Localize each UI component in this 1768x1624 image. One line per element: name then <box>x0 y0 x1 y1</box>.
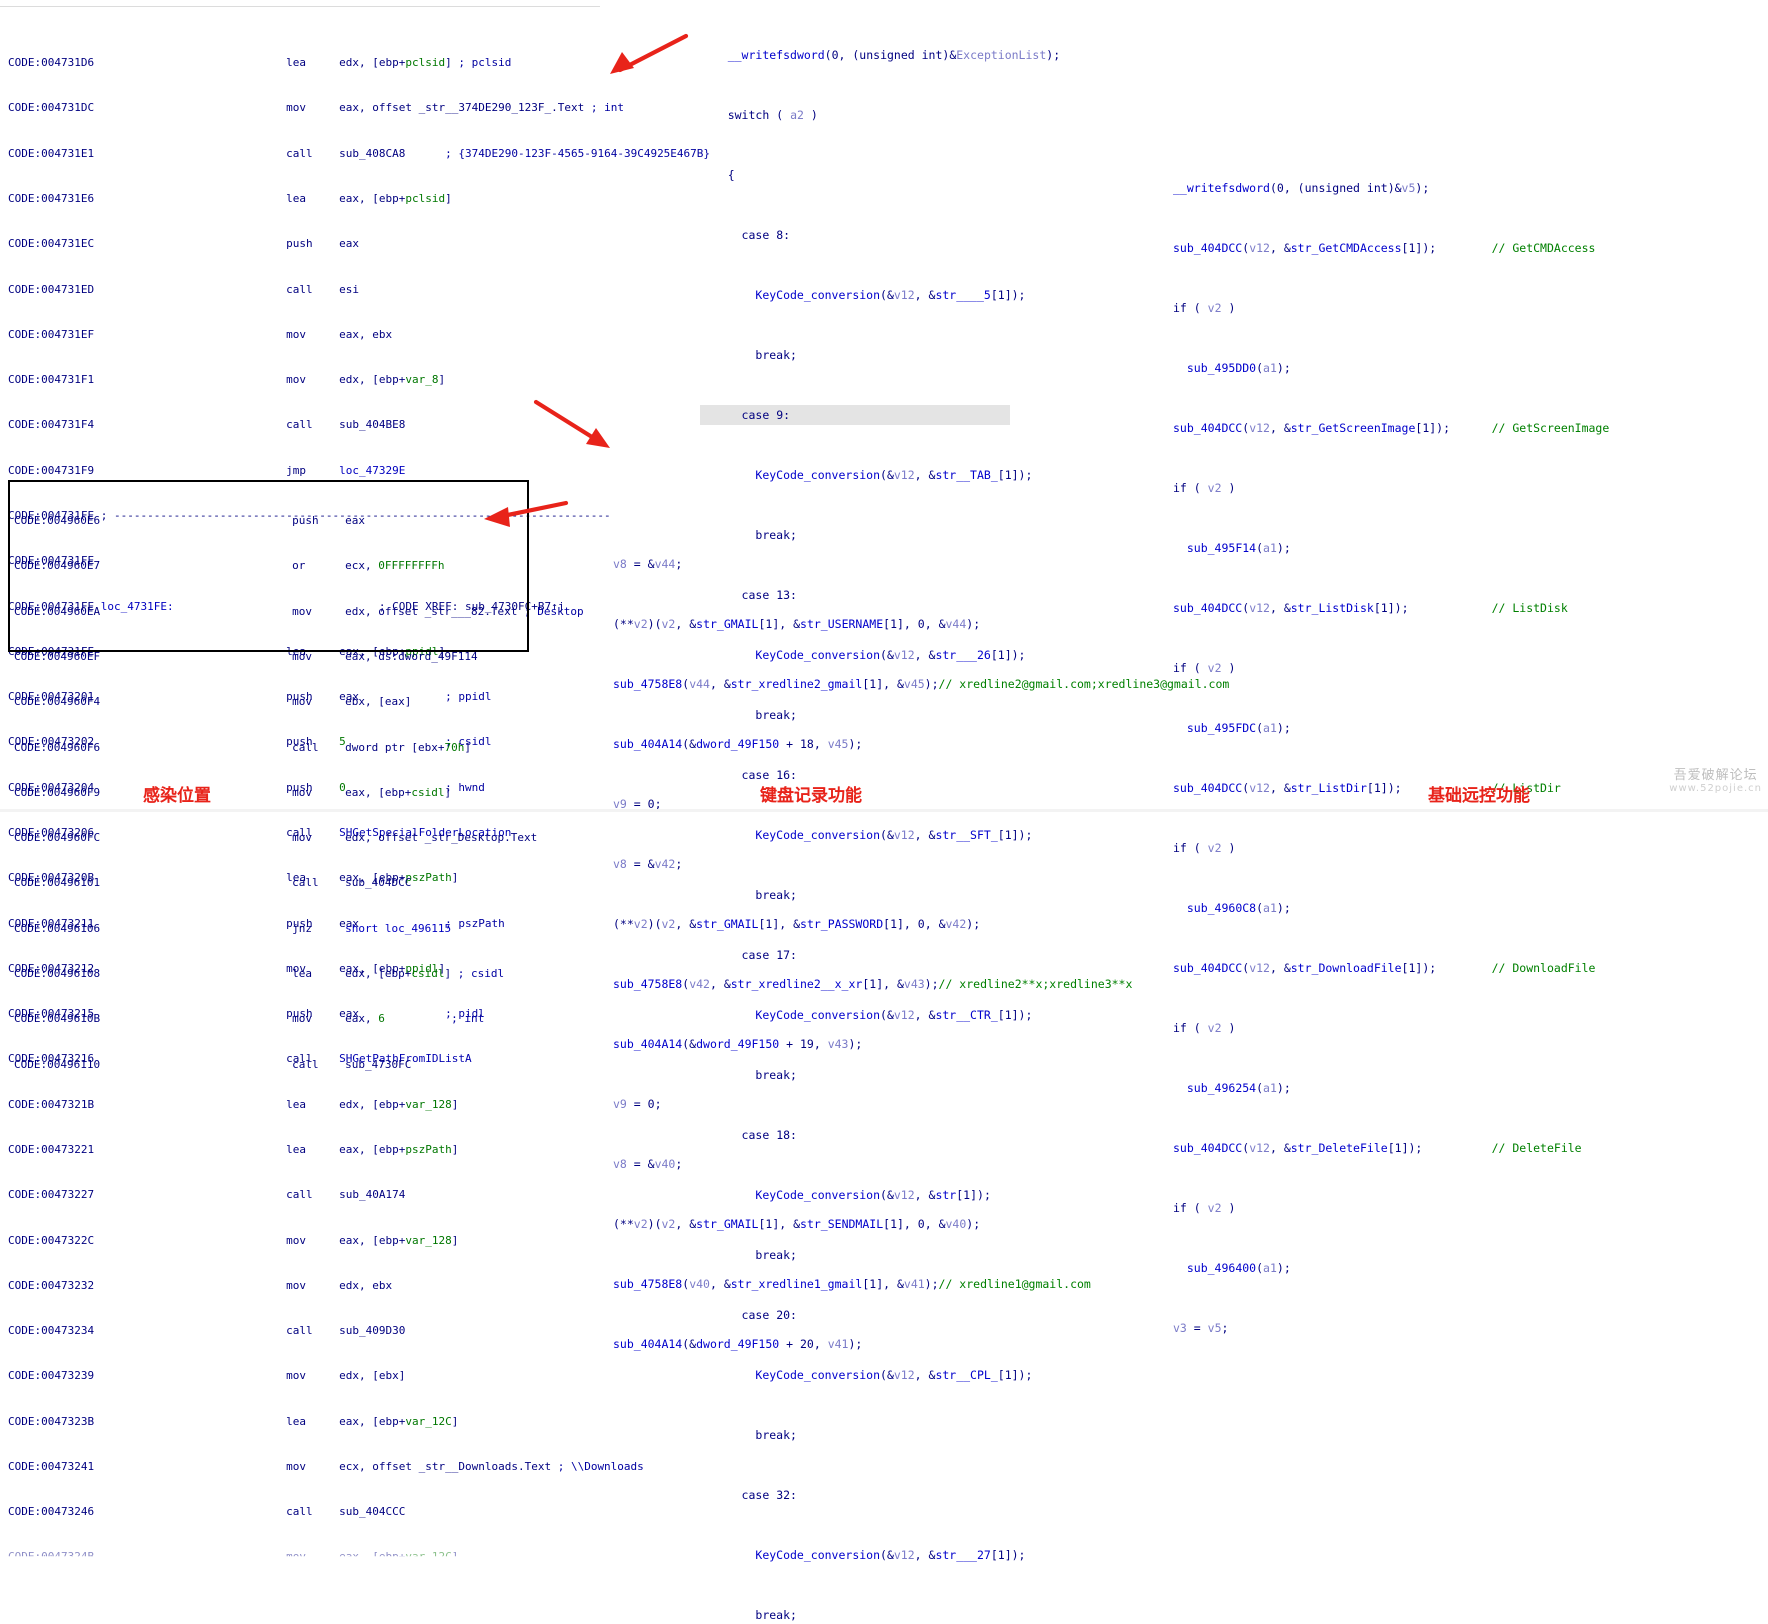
hx-line[interactable]: sub_404A14(&dword_49F150 + 20, v41); <box>613 1334 1229 1354</box>
asm-line[interactable]: CODE:0047324B mov eax, [ebp+var_12C] <box>8 1549 710 1564</box>
hx-line[interactable]: sub_495DD0(a1); <box>1173 358 1609 378</box>
asm-line[interactable]: CODE:0049610B mov eax, 6 ; int <box>14 1011 584 1026</box>
asm-line[interactable]: CODE:00473234 call sub_409D30 <box>8 1323 710 1338</box>
caption-infection: 感染位置 <box>143 781 211 806</box>
asm-line[interactable]: CODE:00496101 call sub_404DCC <box>14 875 584 890</box>
asm-line[interactable]: CODE:0047323B lea eax, [ebp+var_12C] <box>8 1414 710 1429</box>
hx-line[interactable]: sub_404DCC(v12, &str_GetCMDAccess[1]); /… <box>1173 238 1609 258</box>
hx-line[interactable]: (**v2)(v2, &str_GMAIL[1], &str_USERNAME[… <box>613 614 1229 634</box>
asm-line[interactable]: CODE:004960EF mov eax, ds:dword_49F114 <box>14 649 584 664</box>
asm-line[interactable]: CODE:00496108 lea edx, [ebp+csidl] ; csi… <box>14 966 584 981</box>
asm-line[interactable]: CODE:004731ED call esi <box>8 282 710 297</box>
hx-line[interactable]: v8 = &v40; <box>613 1154 1229 1174</box>
asm-line[interactable]: CODE:00496106 jnz short loc_496115 <box>14 921 584 936</box>
asm-line[interactable]: CODE:00473232 mov edx, ebx <box>8 1278 710 1293</box>
caption-keylogger: 键盘记录功能 <box>760 781 862 806</box>
hx-line[interactable]: sub_495FDC(a1); <box>1173 718 1609 738</box>
hx-line[interactable]: if ( v2 ) <box>1173 478 1609 498</box>
hx-line[interactable]: sub_4758E8(v42, &str_xredline2__x_xr[1],… <box>613 974 1229 994</box>
caption-remote: 基础远控功能 <box>1428 781 1530 806</box>
forum-watermark: 吾爱破解论坛 www.52pojie.cn <box>1669 764 1762 794</box>
hx-line[interactable]: sub_404DCC(v12, &str_GetScreenImage[1]);… <box>1173 418 1609 438</box>
hx-line[interactable]: if ( v2 ) <box>1173 298 1609 318</box>
hx-line[interactable]: sub_404A14(&dword_49F150 + 18, v45); <box>613 734 1229 754</box>
hx-line[interactable]: if ( v2 ) <box>1173 838 1609 858</box>
hx-line[interactable]: case 8: <box>700 225 1060 245</box>
infection-block[interactable]: CODE:004960E6 push eax CODE:004960E7 or … <box>14 483 584 1087</box>
asm-line[interactable]: CODE:00473221 lea eax, [ebp+pszPath] <box>8 1142 710 1157</box>
hx-line[interactable]: (**v2)(v2, &str_GMAIL[1], &str_SENDMAIL[… <box>613 1214 1229 1234</box>
asm-line[interactable]: CODE:00496110 call sub_4730FC <box>14 1057 584 1072</box>
asm-line[interactable]: CODE:004960FC mov edx, offset _str_Deskt… <box>14 830 584 845</box>
hx-line[interactable]: v9 = 0; <box>613 1094 1229 1114</box>
hx-line-highlighted[interactable]: case 9: <box>700 405 1060 425</box>
asm-line[interactable]: CODE:004731F1 mov edx, [ebp+var_8] <box>8 372 710 387</box>
hx-line[interactable]: sub_404A14(&dword_49F150 + 19, v43); <box>613 1034 1229 1054</box>
remote-control-pseudocode-panel[interactable]: __writefsdword(0, (unsigned int)&v5); su… <box>1173 138 1609 1358</box>
asm-line[interactable]: CODE:004731F9 jmp loc_47329E <box>8 463 710 478</box>
hx-line[interactable]: KeyCode_conversion(&v12, &str__TAB_[1]); <box>700 465 1060 485</box>
watermark-title: 吾爱破解论坛 <box>1669 764 1762 783</box>
asm-line[interactable]: CODE:00473246 call sub_404CCC <box>8 1504 710 1519</box>
hx-line[interactable]: sub_404DCC(v12, &str_DeleteFile[1]); // … <box>1173 1138 1609 1158</box>
watermark-url: www.52pojie.cn <box>1669 783 1762 794</box>
asm-line[interactable]: CODE:004731EF mov eax, ebx <box>8 327 710 342</box>
hx-line[interactable]: break; <box>700 1605 1060 1624</box>
hx-line[interactable]: if ( v2 ) <box>1173 1018 1609 1038</box>
asm-line[interactable]: CODE:004731E6 lea eax, [ebp+pclsid] <box>8 191 710 206</box>
hx-line[interactable]: sub_4758E8(v44, &str_xredline2_gmail[1],… <box>613 674 1229 694</box>
asm-line[interactable]: CODE:004960F9 mov eax, [ebp+csidl] <box>14 785 584 800</box>
hx-line[interactable]: switch ( a2 ) <box>700 105 1060 125</box>
hx-line[interactable]: break; <box>700 345 1060 365</box>
hx-line[interactable]: sub_404DCC(v12, &str_ListDir[1]); // Lis… <box>1173 778 1609 798</box>
hx-line[interactable]: sub_404DCC(v12, &str_ListDisk[1]); // Li… <box>1173 598 1609 618</box>
hx-line[interactable]: (**v2)(v2, &str_GMAIL[1], &str_PASSWORD[… <box>613 914 1229 934</box>
arrow-to-clsid-icon <box>600 30 690 78</box>
hx-line[interactable]: v8 = &v44; <box>613 554 1229 574</box>
asm-line[interactable]: CODE:004960F4 mov ebx, [eax] <box>14 694 584 709</box>
asm-line[interactable]: CODE:004731EC push eax <box>8 236 710 251</box>
hx-line[interactable]: break; <box>700 1425 1060 1445</box>
asm-line[interactable]: CODE:00473227 call sub_40A174 <box>8 1187 710 1202</box>
asm-line[interactable]: CODE:004731DC mov eax, offset _str__374D… <box>8 100 710 115</box>
asm-line[interactable]: CODE:0047322C mov eax, [ebp+var_128] <box>8 1233 710 1248</box>
asm-line[interactable]: CODE:00473239 mov edx, [ebx] <box>8 1368 710 1383</box>
hx-line[interactable]: sub_4960C8(a1); <box>1173 898 1609 918</box>
asm-line[interactable]: CODE:004731E1 call sub_408CA8 ; {374DE29… <box>8 146 710 161</box>
hx-line[interactable]: sub_495F14(a1); <box>1173 538 1609 558</box>
asm-line[interactable]: CODE:0047321B lea edx, [ebp+var_128] <box>8 1097 710 1112</box>
hx-line[interactable]: __writefsdword(0, (unsigned int)&v5); <box>1173 178 1609 198</box>
hx-line[interactable]: v8 = &v42; <box>613 854 1229 874</box>
hx-line[interactable]: sub_496254(a1); <box>1173 1078 1609 1098</box>
credentials-pseudocode-panel[interactable]: v8 = &v44; (**v2)(v2, &str_GMAIL[1], &st… <box>613 514 1229 1374</box>
hx-line[interactable]: if ( v2 ) <box>1173 658 1609 678</box>
hx-line[interactable]: KeyCode_conversion(&v12, &str____5[1]); <box>700 285 1060 305</box>
arrow-to-downloads-icon <box>530 398 620 454</box>
hx-line[interactable]: sub_404DCC(v12, &str_DownloadFile[1]); /… <box>1173 958 1609 978</box>
hx-line[interactable]: sub_496400(a1); <box>1173 1258 1609 1278</box>
asm-line[interactable]: CODE:004960EA mov edx, offset _str___82.… <box>14 604 584 619</box>
arrow-to-desktop-icon <box>470 495 570 537</box>
asm-line[interactable]: CODE:004960F6 call dword ptr [ebx+70h] <box>14 740 584 755</box>
hx-line[interactable]: { <box>700 165 1060 185</box>
hx-line[interactable]: sub_4758E8(v40, &str_xredline1_gmail[1],… <box>613 1274 1229 1294</box>
asm-line[interactable]: CODE:00473241 mov ecx, offset _str__Down… <box>8 1459 710 1474</box>
top-divider <box>0 6 600 7</box>
hx-line[interactable]: if ( v2 ) <box>1173 1198 1609 1218</box>
hx-line[interactable]: case 32: <box>700 1485 1060 1505</box>
hx-line[interactable]: __writefsdword(0, (unsigned int)&Excepti… <box>700 45 1060 65</box>
asm-line[interactable]: CODE:004960E7 or ecx, 0FFFFFFFFh <box>14 558 584 573</box>
hx-line[interactable]: KeyCode_conversion(&v12, &str___27[1]); <box>700 1545 1060 1565</box>
hx-line[interactable]: v3 = v5; <box>1173 1318 1609 1338</box>
